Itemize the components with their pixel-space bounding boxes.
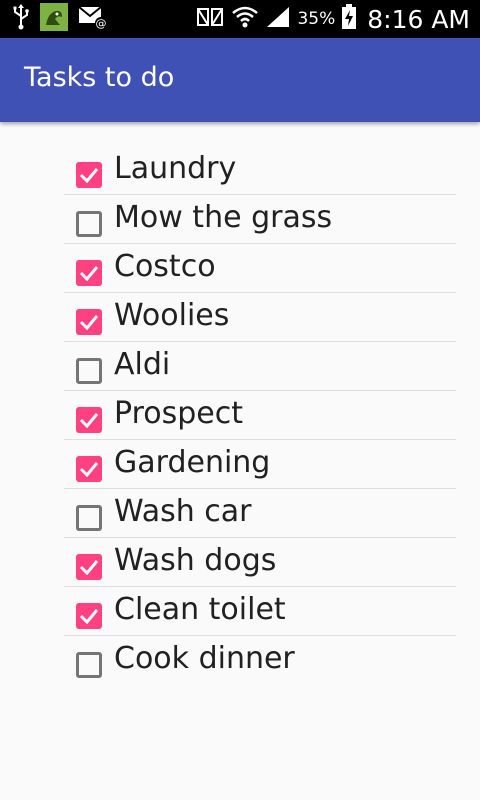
checkbox-unchecked[interactable] — [76, 358, 102, 384]
task-label: Woolies — [114, 298, 230, 333]
clock: 8:16 AM — [367, 4, 470, 34]
checkbox-unchecked[interactable] — [76, 211, 102, 237]
checkmark-icon — [79, 560, 99, 576]
task-label: Mow the grass — [114, 200, 333, 235]
task-label: Cook dinner — [114, 641, 295, 676]
page-title: Tasks to do — [24, 62, 175, 93]
signal-icon — [265, 5, 291, 33]
task-list: Laundry Mow the grass Costco Woolies Aldi Pro… — [64, 146, 456, 684]
checkmark-icon — [79, 462, 99, 478]
task-item[interactable]: Prospect — [64, 391, 456, 440]
task-label: Costco — [114, 249, 216, 284]
app-bar: Tasks to do — [0, 38, 480, 122]
usb-icon — [12, 4, 30, 34]
task-label: Wash dogs — [114, 543, 277, 578]
checkbox-checked[interactable] — [76, 260, 102, 286]
checkbox-unchecked[interactable] — [76, 652, 102, 678]
nfc-icon — [195, 6, 225, 32]
battery-icon — [341, 4, 357, 34]
checkbox-checked[interactable] — [76, 407, 102, 433]
task-item[interactable]: Wash car — [64, 489, 456, 538]
checkmark-icon — [79, 413, 99, 429]
android-notification-icon — [40, 3, 68, 35]
status-bar-notifications: @ — [12, 3, 108, 35]
task-label: Wash car — [114, 494, 252, 529]
task-label: Prospect — [114, 396, 243, 431]
checkmark-icon — [79, 168, 99, 184]
task-item[interactable]: Wash dogs — [64, 538, 456, 587]
svg-text:@: @ — [96, 17, 107, 30]
status-bar-system: 35% 8:16 AM — [195, 0, 470, 38]
task-item[interactable]: Laundry — [64, 146, 456, 195]
checkbox-checked[interactable] — [76, 603, 102, 629]
task-label: Aldi — [114, 347, 171, 382]
task-item[interactable]: Cook dinner — [64, 636, 456, 684]
checkmark-icon — [79, 315, 99, 331]
task-label: Laundry — [114, 151, 237, 186]
wifi-icon — [231, 5, 259, 33]
status-bar: @ 35% 8:16 AM — [0, 0, 480, 38]
checkbox-checked[interactable] — [76, 309, 102, 335]
task-item[interactable]: Aldi — [64, 342, 456, 391]
checkbox-checked[interactable] — [76, 554, 102, 580]
checkbox-unchecked[interactable] — [76, 505, 102, 531]
checkbox-checked[interactable] — [76, 456, 102, 482]
task-item[interactable]: Costco — [64, 244, 456, 293]
task-label: Clean toilet — [114, 592, 286, 627]
checkmark-icon — [79, 609, 99, 625]
email-icon: @ — [78, 4, 108, 34]
task-item[interactable]: Woolies — [64, 293, 456, 342]
task-item[interactable]: Clean toilet — [64, 587, 456, 636]
task-item[interactable]: Gardening — [64, 440, 456, 489]
checkbox-checked[interactable] — [76, 162, 102, 188]
task-label: Gardening — [114, 445, 271, 480]
task-item[interactable]: Mow the grass — [64, 195, 456, 244]
battery-percent: 35% — [297, 9, 336, 29]
checkmark-icon — [79, 266, 99, 282]
